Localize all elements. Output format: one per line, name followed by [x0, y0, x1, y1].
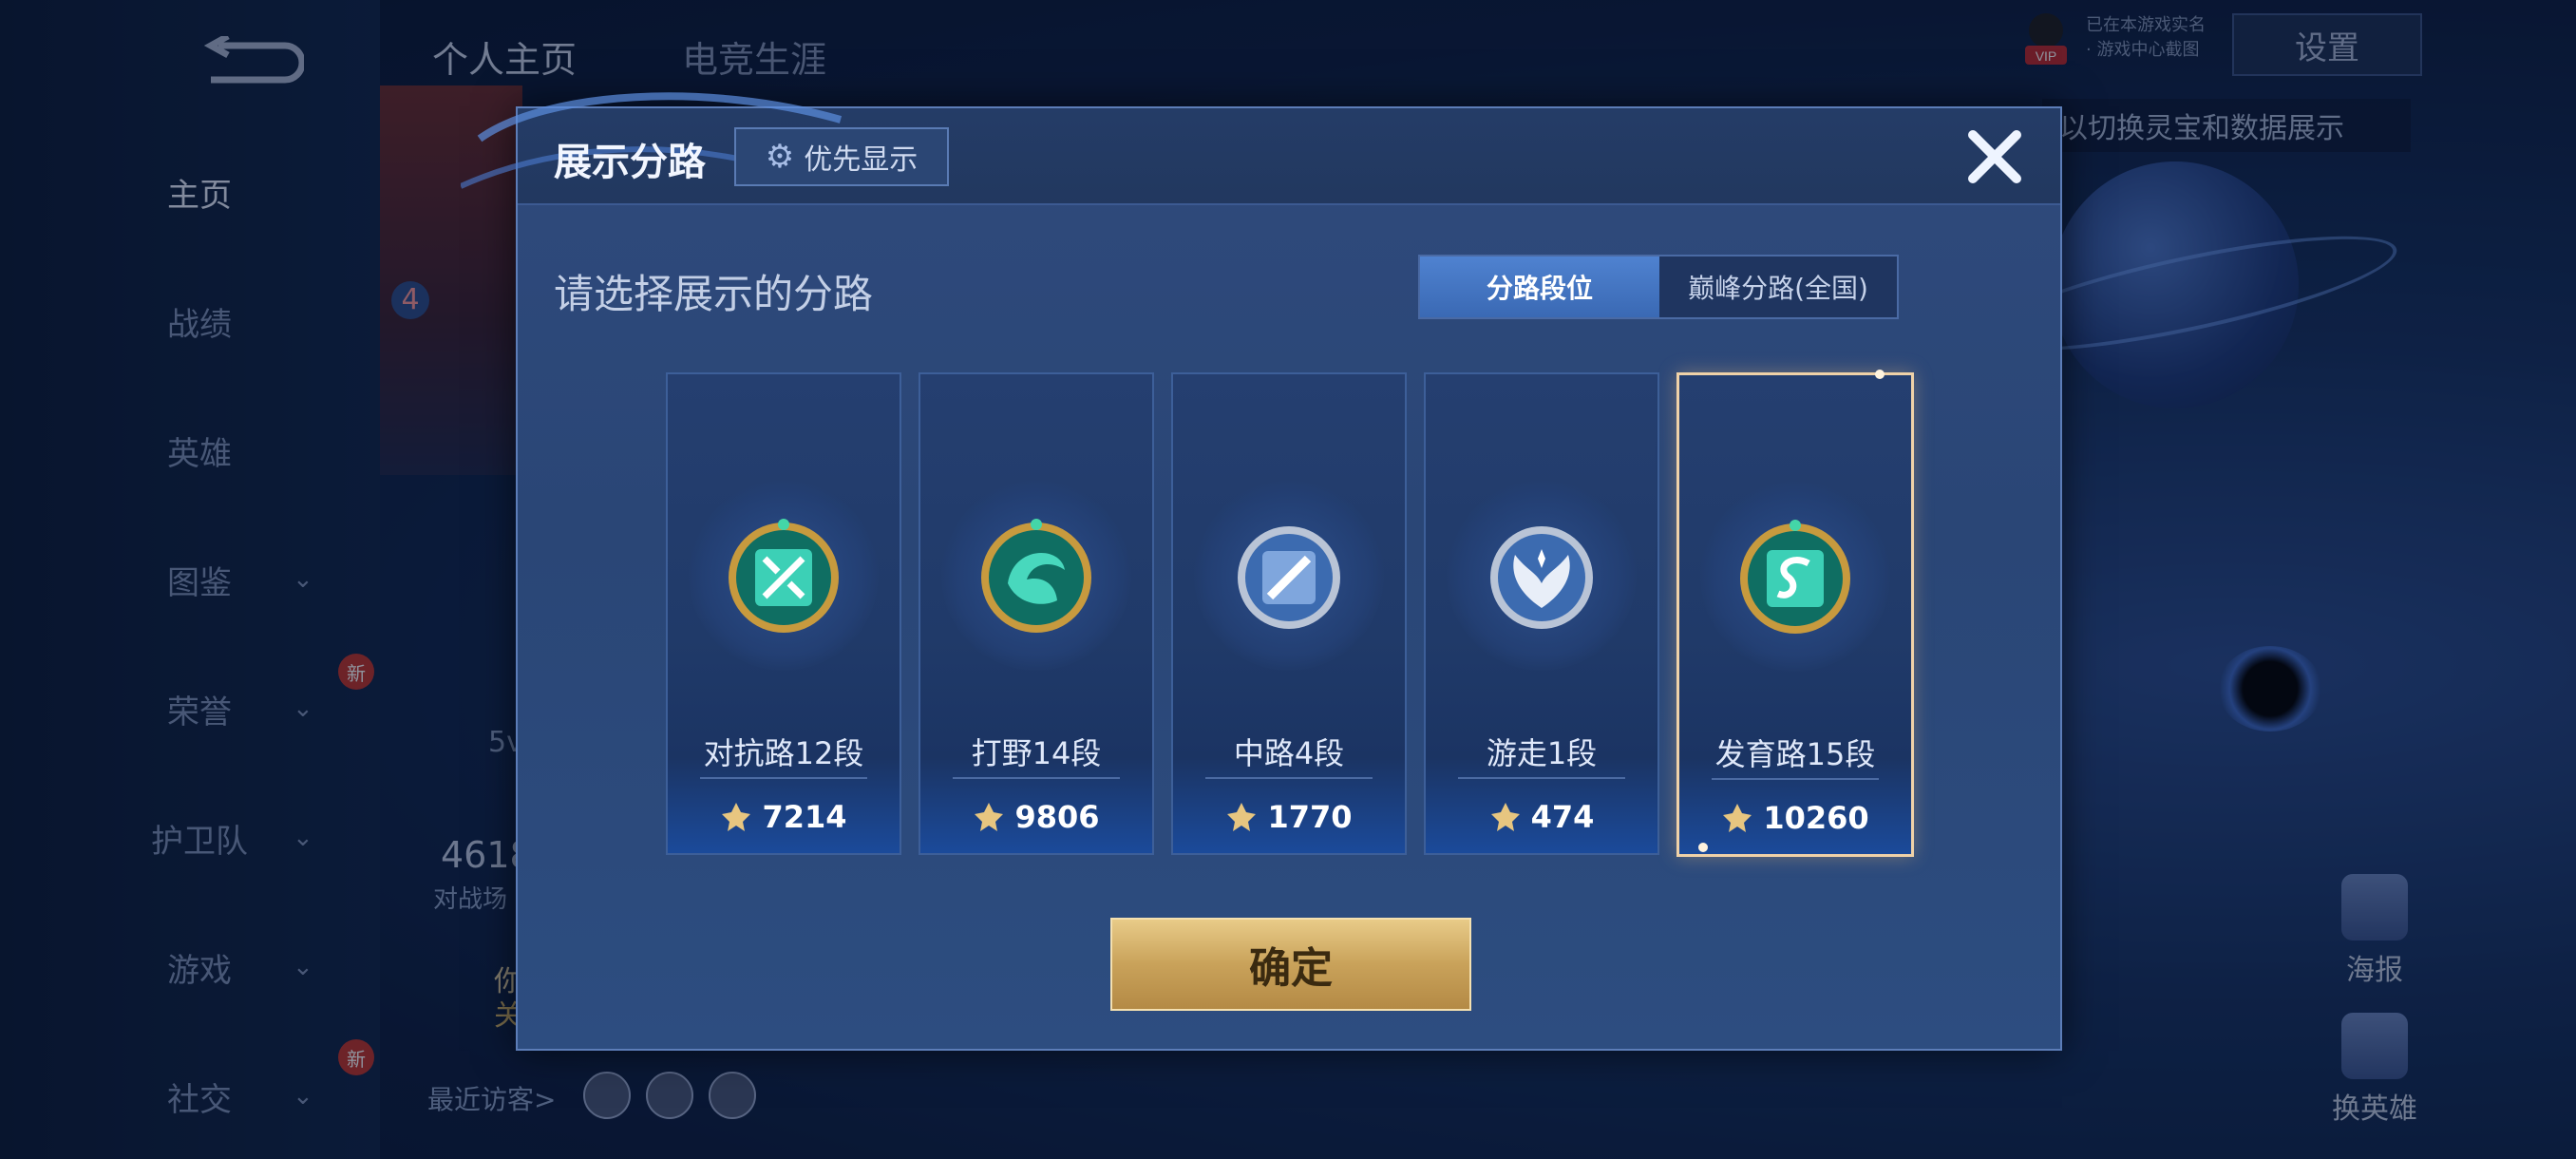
rank-points-icon — [1723, 804, 1752, 832]
lane-score-value: 474 — [1530, 799, 1595, 835]
lane-display-dialog: 展示分路 ⚙ 优先显示 请选择展示的分路 分路段位 巅峰分路(全国) 对抗路12… — [461, 92, 2062, 1051]
rank-points-icon — [1490, 803, 1520, 831]
confirm-label: 确定 — [1249, 944, 1333, 993]
rank-points-icon — [1227, 803, 1257, 831]
dialog-title: 展示分路 — [554, 141, 706, 184]
mid-lane-emblem-icon — [1238, 526, 1340, 629]
priority-display-button[interactable]: ⚙ 优先显示 — [734, 127, 949, 186]
lane-rank-label: 发育路15段 — [1714, 736, 1876, 772]
divider — [1458, 777, 1625, 779]
lane-score: 474 — [1426, 790, 1657, 844]
priority-display-label: 优先显示 — [804, 143, 919, 177]
lane-tab-group: 分路段位 巅峰分路(全国) — [1418, 255, 1899, 319]
lane-rank-label: 对抗路12段 — [703, 735, 864, 771]
top-lane-emblem-icon — [729, 519, 839, 633]
lane-score-value: 1770 — [1267, 799, 1353, 835]
divider — [953, 777, 1120, 779]
lane-rank-label: 打野14段 — [971, 735, 1102, 771]
tab-lane-rank[interactable]: 分路段位 — [1420, 256, 1659, 317]
selection-corner-dot — [1698, 843, 1708, 852]
lane-rank-label: 游走1段 — [1486, 735, 1598, 771]
confirm-button[interactable]: 确定 — [1110, 918, 1471, 1011]
gear-icon: ⚙ — [765, 138, 795, 176]
lane-rank-label: 中路4段 — [1233, 735, 1345, 771]
lane-score: 7214 — [668, 790, 900, 844]
selection-corner-dot — [1875, 370, 1885, 379]
lane-score-value: 10260 — [1763, 800, 1869, 836]
rank-points-icon — [722, 803, 751, 831]
lane-card-jungle[interactable]: 打野14段 9806 — [919, 372, 1154, 855]
lane-card-top[interactable]: 对抗路12段 7214 — [666, 372, 901, 855]
lane-select-prompt: 请选择展示的分路 — [554, 271, 874, 317]
lane-score-value: 9806 — [1014, 799, 1100, 835]
divider — [1712, 778, 1879, 780]
lane-score-value: 7214 — [762, 799, 847, 835]
close-icon[interactable] — [1961, 124, 2028, 190]
roam-emblem-icon — [1490, 526, 1593, 629]
lane-card-mid[interactable]: 中路4段 1770 — [1171, 372, 1407, 855]
divider — [700, 777, 867, 779]
jungle-emblem-icon — [981, 519, 1091, 633]
lane-score: 1770 — [1173, 790, 1405, 844]
divider — [1205, 777, 1373, 779]
rank-points-icon — [975, 803, 1004, 831]
lane-card-farm[interactable]: 发育路15段 10260 — [1676, 370, 1914, 857]
lane-score: 9806 — [920, 790, 1152, 844]
lane-score: 10260 — [1679, 791, 1911, 845]
lane-card-roam[interactable]: 游走1段 474 — [1424, 372, 1659, 855]
tab-peak-lane-national[interactable]: 巅峰分路(全国) — [1659, 256, 1897, 317]
farm-lane-emblem-icon — [1740, 520, 1850, 634]
